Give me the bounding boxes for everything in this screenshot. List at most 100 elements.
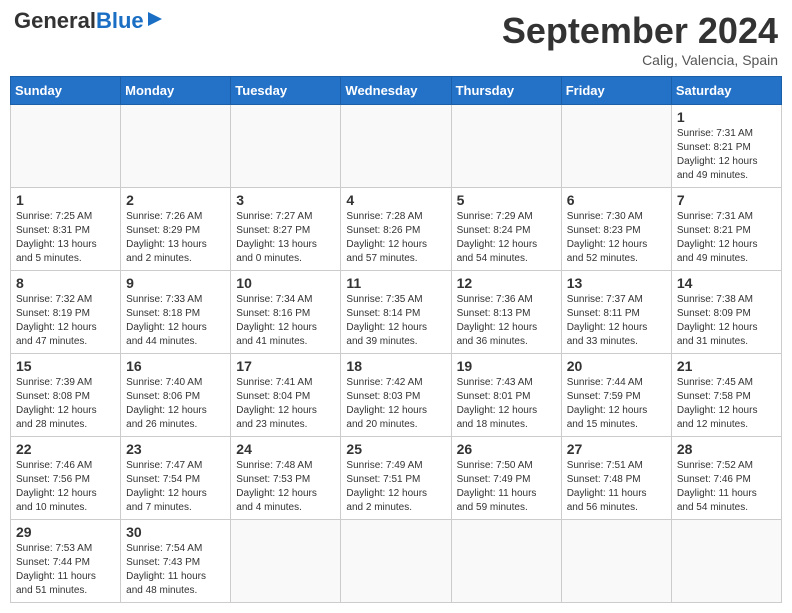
calendar-cell: 1 Sunrise: 7:31 AMSunset: 8:21 PMDaylight… (671, 105, 781, 188)
calendar-cell: 20Sunrise: 7:44 AMSunset: 7:59 PMDayligh… (561, 354, 671, 437)
day-info: Sunrise: 7:35 AMSunset: 8:14 PMDaylight:… (346, 293, 445, 349)
calendar-cell: 26 Sunrise: 7:50 AMSunset: 7:49 PMDayligh… (451, 437, 561, 520)
calendar-body: 1 Sunrise: 7:31 AMSunset: 8:21 PMDaylight… (11, 105, 782, 603)
calendar-cell (561, 520, 671, 603)
calendar-cell (231, 105, 341, 188)
day-info: Sunrise: 7:39 AMSunset: 8:08 PMDaylight:… (16, 376, 115, 432)
day-number: 28 (677, 441, 776, 457)
logo-arrow-icon (146, 10, 164, 28)
day-info: Sunrise: 7:32 AMSunset: 8:19 PMDaylight:… (16, 293, 115, 349)
day-number: 8 (16, 275, 115, 291)
day-info: Sunrise: 7:31 AMSunset: 8:21 PMDaylight:… (677, 127, 776, 183)
calendar-cell: 13 Sunrise: 7:37 AMSunset: 8:11 PMDayligh… (561, 271, 671, 354)
calendar-cell: 24 Sunrise: 7:48 AMSunset: 7:53 PMDayligh… (231, 437, 341, 520)
calendar-cell: 8 Sunrise: 7:32 AMSunset: 8:19 PMDaylight… (11, 271, 121, 354)
day-info: Sunrise: 7:48 AMSunset: 7:53 PMDaylight:… (236, 459, 335, 515)
day-number: 3 (236, 192, 335, 208)
calendar-week-0: 1 Sunrise: 7:31 AMSunset: 8:21 PMDaylight… (11, 105, 782, 188)
title-area: September 2024 Calig, Valencia, Spain (502, 10, 778, 68)
header-cell-sunday: Sunday (11, 77, 121, 105)
day-info: Sunrise: 7:31 AMSunset: 8:21 PMDaylight:… (677, 210, 776, 266)
calendar-cell (11, 105, 121, 188)
day-number: 4 (346, 192, 445, 208)
day-info: Sunrise: 7:28 AMSunset: 8:26 PMDaylight:… (346, 210, 445, 266)
calendar-cell: 29Sunrise: 7:53 AMSunset: 7:44 PMDayligh… (11, 520, 121, 603)
day-number: 18 (346, 358, 445, 374)
calendar-cell: 25Sunrise: 7:49 AMSunset: 7:51 PMDayligh… (341, 437, 451, 520)
day-info: Sunrise: 7:47 AMSunset: 7:54 PMDaylight:… (126, 459, 225, 515)
calendar-cell: 12Sunrise: 7:36 AMSunset: 8:13 PMDayligh… (451, 271, 561, 354)
calendar-cell: 11 Sunrise: 7:35 AMSunset: 8:14 PMDayligh… (341, 271, 451, 354)
header-cell-thursday: Thursday (451, 77, 561, 105)
header-cell-monday: Monday (121, 77, 231, 105)
day-number: 17 (236, 358, 335, 374)
day-info: Sunrise: 7:34 AMSunset: 8:16 PMDaylight:… (236, 293, 335, 349)
month-title: September 2024 (502, 10, 778, 52)
location-label: Calig, Valencia, Spain (502, 52, 778, 68)
day-info: Sunrise: 7:30 AMSunset: 8:23 PMDaylight:… (567, 210, 666, 266)
calendar-cell (451, 520, 561, 603)
day-number: 20 (567, 358, 666, 374)
day-number: 9 (126, 275, 225, 291)
day-number: 14 (677, 275, 776, 291)
day-number: 12 (457, 275, 556, 291)
header-cell-saturday: Saturday (671, 77, 781, 105)
day-number: 15 (16, 358, 115, 374)
day-info: Sunrise: 7:46 AMSunset: 7:56 PMDaylight:… (16, 459, 115, 515)
calendar-header: SundayMondayTuesdayWednesdayThursdayFrid… (11, 77, 782, 105)
calendar-cell: 6 Sunrise: 7:30 AMSunset: 8:23 PMDaylight… (561, 188, 671, 271)
day-info: Sunrise: 7:42 AMSunset: 8:03 PMDaylight:… (346, 376, 445, 432)
logo: GeneralBlue (14, 10, 164, 32)
day-number: 1 (16, 192, 115, 208)
day-number: 6 (567, 192, 666, 208)
day-number: 1 (677, 109, 776, 125)
calendar-week-1: 1 Sunrise: 7:25 AMSunset: 8:31 PMDaylight… (11, 188, 782, 271)
day-number: 24 (236, 441, 335, 457)
day-number: 7 (677, 192, 776, 208)
calendar-week-4: 22Sunrise: 7:46 AMSunset: 7:56 PMDayligh… (11, 437, 782, 520)
calendar-cell: 9 Sunrise: 7:33 AMSunset: 8:18 PMDaylight… (121, 271, 231, 354)
calendar-week-2: 8 Sunrise: 7:32 AMSunset: 8:19 PMDaylight… (11, 271, 782, 354)
calendar-cell: 14 Sunrise: 7:38 AMSunset: 8:09 PMDayligh… (671, 271, 781, 354)
day-info: Sunrise: 7:40 AMSunset: 8:06 PMDaylight:… (126, 376, 225, 432)
day-info: Sunrise: 7:27 AMSunset: 8:27 PMDaylight:… (236, 210, 335, 266)
day-info: Sunrise: 7:26 AMSunset: 8:29 PMDaylight:… (126, 210, 225, 266)
day-info: Sunrise: 7:51 AMSunset: 7:48 PMDaylight:… (567, 459, 666, 515)
calendar-cell (561, 105, 671, 188)
day-number: 26 (457, 441, 556, 457)
day-number: 11 (346, 275, 445, 291)
calendar-week-3: 15 Sunrise: 7:39 AMSunset: 8:08 PMDayligh… (11, 354, 782, 437)
day-number: 10 (236, 275, 335, 291)
calendar-cell: 27Sunrise: 7:51 AMSunset: 7:48 PMDayligh… (561, 437, 671, 520)
day-number: 5 (457, 192, 556, 208)
day-info: Sunrise: 7:33 AMSunset: 8:18 PMDaylight:… (126, 293, 225, 349)
logo-blue-text: Blue (96, 10, 144, 32)
day-info: Sunrise: 7:45 AMSunset: 7:58 PMDaylight:… (677, 376, 776, 432)
header-row: SundayMondayTuesdayWednesdayThursdayFrid… (11, 77, 782, 105)
day-number: 13 (567, 275, 666, 291)
calendar-cell: 3 Sunrise: 7:27 AMSunset: 8:27 PMDaylight… (231, 188, 341, 271)
day-info: Sunrise: 7:50 AMSunset: 7:49 PMDaylight:… (457, 459, 556, 515)
header-cell-tuesday: Tuesday (231, 77, 341, 105)
day-info: Sunrise: 7:29 AMSunset: 8:24 PMDaylight:… (457, 210, 556, 266)
day-number: 2 (126, 192, 225, 208)
day-number: 29 (16, 524, 115, 540)
calendar-cell: 28Sunrise: 7:52 AMSunset: 7:46 PMDayligh… (671, 437, 781, 520)
calendar-cell: 17Sunrise: 7:41 AMSunset: 8:04 PMDayligh… (231, 354, 341, 437)
header-cell-friday: Friday (561, 77, 671, 105)
day-info: Sunrise: 7:38 AMSunset: 8:09 PMDaylight:… (677, 293, 776, 349)
calendar-cell: 10 Sunrise: 7:34 AMSunset: 8:16 PMDayligh… (231, 271, 341, 354)
calendar-cell: 22Sunrise: 7:46 AMSunset: 7:56 PMDayligh… (11, 437, 121, 520)
calendar-cell: 19Sunrise: 7:43 AMSunset: 8:01 PMDayligh… (451, 354, 561, 437)
calendar-cell: 1 Sunrise: 7:25 AMSunset: 8:31 PMDaylight… (11, 188, 121, 271)
day-number: 16 (126, 358, 225, 374)
calendar-cell: 21Sunrise: 7:45 AMSunset: 7:58 PMDayligh… (671, 354, 781, 437)
day-info: Sunrise: 7:25 AMSunset: 8:31 PMDaylight:… (16, 210, 115, 266)
day-number: 25 (346, 441, 445, 457)
calendar-cell: 7 Sunrise: 7:31 AMSunset: 8:21 PMDaylight… (671, 188, 781, 271)
calendar-cell: 30Sunrise: 7:54 AMSunset: 7:43 PMDayligh… (121, 520, 231, 603)
day-info: Sunrise: 7:37 AMSunset: 8:11 PMDaylight:… (567, 293, 666, 349)
logo-general-text: General (14, 10, 96, 32)
day-number: 23 (126, 441, 225, 457)
calendar-cell (341, 520, 451, 603)
